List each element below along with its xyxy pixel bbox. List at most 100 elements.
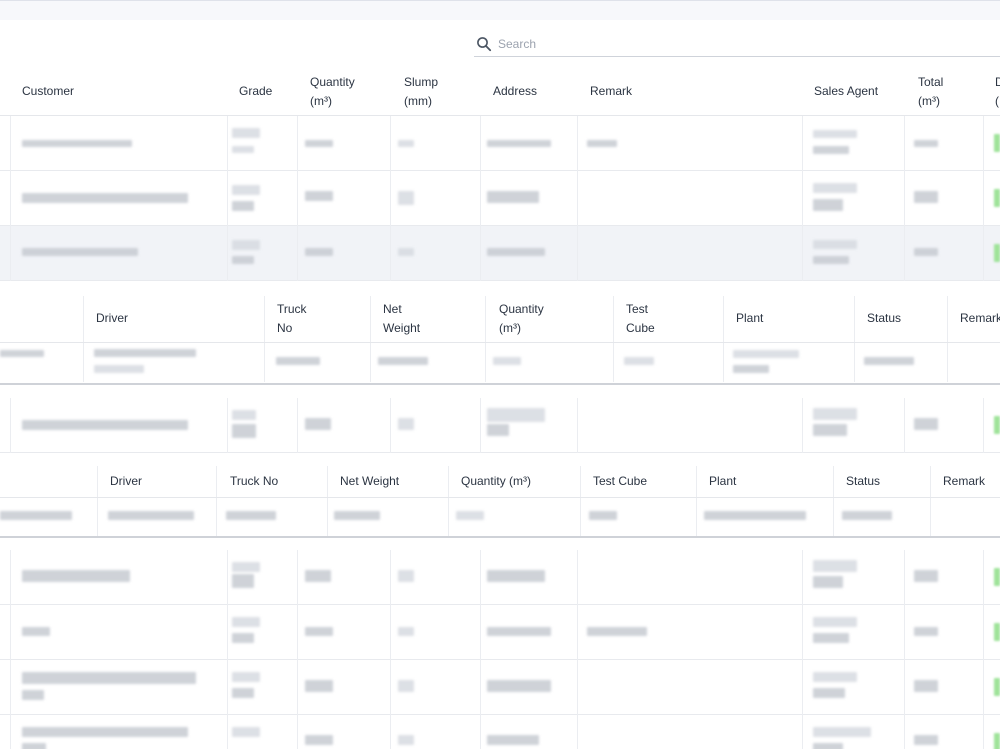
slump-cell bbox=[398, 735, 414, 745]
search-box[interactable] bbox=[474, 33, 1000, 57]
status-badge bbox=[994, 678, 1000, 696]
col-header-quantity[interactable]: Quantity (m³) bbox=[499, 300, 544, 338]
net-weight-cell bbox=[378, 357, 428, 365]
slump-cell bbox=[398, 418, 414, 430]
grade-cell bbox=[232, 185, 260, 195]
total-cell bbox=[914, 680, 938, 692]
address-cell bbox=[487, 140, 551, 147]
quantity-cell bbox=[305, 248, 333, 256]
table-row[interactable] bbox=[0, 605, 1000, 660]
grade-cell bbox=[232, 617, 260, 627]
search-icon bbox=[477, 37, 492, 52]
sales-agent-cell bbox=[813, 130, 857, 138]
total-cell bbox=[914, 418, 938, 430]
total-cell bbox=[914, 735, 938, 745]
driver-cell bbox=[94, 349, 196, 357]
col-header-remark[interactable]: Remark bbox=[590, 82, 632, 101]
col-header-address[interactable]: Address bbox=[493, 82, 537, 101]
address-cell bbox=[487, 680, 551, 692]
slump-cell bbox=[398, 248, 414, 256]
quantity-cell bbox=[456, 511, 484, 520]
col-header-status[interactable]: Status bbox=[846, 472, 880, 491]
col-header-slump[interactable]: Slump (mm) bbox=[404, 73, 438, 111]
quantity-cell bbox=[305, 680, 333, 692]
top-bar bbox=[0, 0, 1000, 20]
address-cell bbox=[487, 570, 545, 582]
customer-cell bbox=[22, 420, 188, 430]
address-cell bbox=[487, 627, 551, 636]
col-header-net-weight[interactable]: Net Weight bbox=[383, 300, 420, 338]
status-cell bbox=[842, 511, 892, 520]
table-row[interactable] bbox=[0, 715, 1000, 749]
truck-no-cell bbox=[276, 357, 320, 365]
quantity-cell bbox=[305, 735, 333, 745]
status-cell bbox=[864, 357, 914, 365]
col-header-remark[interactable]: Remark bbox=[943, 472, 985, 491]
truck-no-cell bbox=[226, 511, 276, 520]
test-cube-cell bbox=[624, 357, 654, 365]
customer-cell bbox=[22, 248, 138, 256]
grade-cell bbox=[232, 240, 260, 250]
quantity-cell bbox=[305, 627, 333, 636]
customer-cell bbox=[22, 193, 188, 203]
driver-cell bbox=[108, 511, 194, 520]
sales-agent-cell bbox=[813, 183, 857, 193]
col-header-grade[interactable]: Grade bbox=[239, 82, 272, 101]
col-header-status[interactable]: Status bbox=[867, 309, 901, 328]
sales-agent-cell bbox=[813, 617, 857, 627]
total-cell bbox=[914, 191, 938, 203]
col-header-driver[interactable]: Driver bbox=[96, 309, 128, 328]
col-header-test-cube[interactable]: Test Cube bbox=[593, 472, 647, 491]
grade-cell bbox=[232, 562, 260, 572]
col-header-total[interactable]: Total (m³) bbox=[918, 73, 943, 111]
plant-cell bbox=[733, 350, 799, 358]
col-header-truck-no[interactable]: Truck No bbox=[230, 472, 278, 491]
total-cell bbox=[914, 248, 938, 256]
status-badge bbox=[994, 623, 1000, 641]
customer-cell bbox=[22, 570, 130, 582]
table-row[interactable] bbox=[0, 116, 1000, 171]
status-badge bbox=[994, 244, 1000, 262]
customer-cell bbox=[22, 140, 132, 147]
col-header-customer[interactable]: Customer bbox=[22, 82, 74, 101]
col-header-net-weight[interactable]: Net Weight bbox=[340, 472, 399, 491]
status-badge bbox=[994, 416, 1000, 434]
search-input[interactable] bbox=[498, 35, 978, 53]
customer-cell bbox=[22, 727, 188, 737]
col-header-sales-agent[interactable]: Sales Agent bbox=[814, 82, 878, 101]
sales-agent-cell bbox=[813, 560, 857, 572]
remark-cell bbox=[587, 140, 617, 147]
col-header-quantity[interactable]: Quantity (m³) bbox=[461, 472, 531, 491]
quantity-cell bbox=[305, 140, 333, 147]
sales-agent-cell bbox=[813, 408, 857, 420]
col-header-quantity[interactable]: Quantity (m³) bbox=[310, 73, 355, 111]
plant-cell bbox=[704, 511, 806, 520]
col-header-driver[interactable]: Driver bbox=[110, 472, 142, 491]
table-row-expanded[interactable] bbox=[0, 226, 1000, 281]
slump-cell bbox=[398, 140, 414, 147]
status-badge bbox=[994, 134, 1000, 152]
sales-agent-cell bbox=[813, 727, 871, 737]
quantity-cell bbox=[493, 357, 521, 365]
table-row[interactable] bbox=[0, 660, 1000, 715]
grade-cell bbox=[232, 128, 260, 138]
quantity-cell bbox=[305, 418, 331, 430]
col-header-test-cube[interactable]: Test Cube bbox=[626, 300, 655, 338]
table-row[interactable] bbox=[0, 171, 1000, 226]
table-row[interactable] bbox=[0, 550, 1000, 605]
col-header-remark[interactable]: Remark bbox=[960, 309, 1000, 328]
sales-agent-cell bbox=[813, 240, 857, 249]
total-cell bbox=[914, 627, 938, 636]
quantity-cell bbox=[305, 570, 331, 582]
slump-cell bbox=[398, 191, 414, 205]
col-header-truck-no[interactable]: Truck No bbox=[277, 300, 307, 338]
sales-agent-cell bbox=[813, 672, 857, 682]
col-header-plant[interactable]: Plant bbox=[709, 472, 736, 491]
table-row[interactable] bbox=[0, 398, 1000, 453]
quantity-cell bbox=[305, 191, 333, 201]
slump-cell bbox=[398, 680, 414, 692]
remark-cell bbox=[587, 627, 647, 636]
col-header-d[interactable]: D ( bbox=[995, 73, 1000, 111]
address-cell bbox=[487, 408, 545, 422]
col-header-plant[interactable]: Plant bbox=[736, 309, 763, 328]
